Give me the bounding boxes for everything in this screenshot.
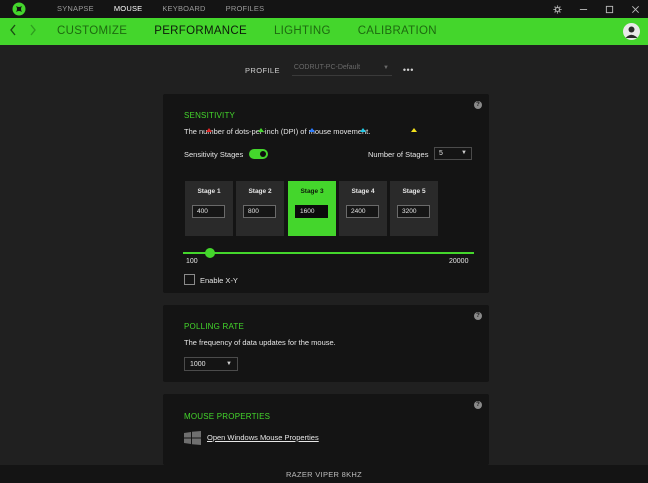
stage-4-indicator <box>360 128 366 132</box>
minimize-icon[interactable] <box>570 0 596 18</box>
stage-label: Stage 1 <box>197 188 221 195</box>
stage-4-card[interactable]: Stage 4 2400 <box>339 181 387 236</box>
sensitivity-stages-label: Sensitivity Stages <box>184 150 244 159</box>
dpi-slider-track[interactable] <box>183 252 474 254</box>
stage-1-card[interactable]: Stage 1 400 <box>185 181 233 236</box>
stage-label: Stage 5 <box>402 188 426 195</box>
nav-keyboard[interactable]: KEYBOARD <box>162 4 205 13</box>
stage-1-indicator <box>206 128 212 132</box>
chevron-down-icon: ▼ <box>226 361 232 367</box>
stage-dpi-input[interactable]: 3200 <box>397 205 430 218</box>
stage-dpi-input[interactable]: 800 <box>243 205 276 218</box>
gear-icon[interactable] <box>544 0 570 18</box>
device-name: RAZER VIPER 8KHZ <box>285 470 363 479</box>
enable-xy-label: Enable X-Y <box>200 276 238 285</box>
chevron-down-icon: ▼ <box>382 65 389 71</box>
number-of-stages-dropdown[interactable]: 5 ▼ <box>434 147 472 160</box>
close-icon[interactable] <box>622 0 648 18</box>
help-icon[interactable]: ? <box>474 401 482 409</box>
stage-3-card[interactable]: Stage 3 1600 <box>288 181 336 236</box>
tab-lighting[interactable]: LIGHTING <box>274 25 331 37</box>
stage-2-indicator <box>258 128 264 132</box>
user-avatar[interactable] <box>623 23 640 40</box>
more-options-icon[interactable]: ••• <box>403 65 414 75</box>
forward-arrow-icon[interactable] <box>29 23 37 39</box>
maximize-icon[interactable] <box>596 0 622 18</box>
sensitivity-stages-toggle[interactable] <box>249 149 268 159</box>
nav-mouse[interactable]: MOUSE <box>114 4 143 13</box>
status-bar: RAZER VIPER 8KHZ <box>0 465 648 483</box>
mouse-properties-title: MOUSE PROPERTIES <box>184 412 271 421</box>
stage-dpi-input[interactable]: 400 <box>192 205 225 218</box>
chevron-down-icon: ▼ <box>461 150 467 156</box>
profile-label: PROFILE <box>245 65 280 75</box>
number-of-stages-label: Number of Stages <box>368 150 429 159</box>
dpi-slider-min: 100 <box>186 258 198 265</box>
profile-value: CODRUT-PC-Default <box>293 64 361 71</box>
polling-rate-value: 1000 <box>190 361 206 368</box>
back-arrow-icon[interactable] <box>9 23 17 39</box>
nav-synapse[interactable]: SYNAPSE <box>57 4 94 13</box>
stage-3-indicator <box>309 128 315 132</box>
polling-rate-title: POLLING RATE <box>184 322 245 331</box>
profile-row: PROFILE CODRUT-PC-Default ▼ ••• <box>245 64 414 76</box>
tab-performance[interactable]: PERFORMANCE <box>154 25 247 37</box>
profile-dropdown[interactable]: CODRUT-PC-Default ▼ <box>291 64 392 76</box>
stage-label: Stage 3 <box>300 188 324 195</box>
mouse-properties-card: ? MOUSE PROPERTIES <box>163 394 489 465</box>
open-windows-mouse-properties-link[interactable]: Open Windows Mouse Properties <box>207 433 319 442</box>
sub-navigation: CUSTOMIZE PERFORMANCE LIGHTING CALIBRATI… <box>0 18 648 45</box>
razer-logo-icon[interactable] <box>12 2 26 16</box>
enable-xy-checkbox[interactable] <box>184 274 195 285</box>
stage-label: Stage 2 <box>248 188 272 195</box>
stage-dpi-input[interactable]: 1600 <box>295 205 328 218</box>
dpi-slider-thumb[interactable] <box>205 248 215 258</box>
tab-customize[interactable]: CUSTOMIZE <box>57 25 127 37</box>
stage-5-card[interactable]: Stage 5 3200 <box>390 181 438 236</box>
nav-profiles[interactable]: PROFILES <box>226 4 265 13</box>
stage-dpi-input[interactable]: 2400 <box>346 205 379 218</box>
top-navigation: SYNAPSE MOUSE KEYBOARD PROFILES <box>57 4 284 13</box>
help-icon[interactable]: ? <box>474 101 482 109</box>
polling-rate-dropdown[interactable]: 1000 ▼ <box>184 357 238 371</box>
title-bar: SYNAPSE MOUSE KEYBOARD PROFILES <box>0 0 648 18</box>
dpi-slider-max: 20000 <box>449 258 469 265</box>
sub-tabs: CUSTOMIZE PERFORMANCE LIGHTING CALIBRATI… <box>57 25 464 37</box>
windows-logo-icon <box>184 431 201 445</box>
window-controls <box>544 0 648 18</box>
stage-label: Stage 4 <box>351 188 375 195</box>
number-of-stages-value: 5 <box>439 150 443 157</box>
tab-calibration[interactable]: CALIBRATION <box>358 25 437 37</box>
help-icon[interactable]: ? <box>474 312 482 320</box>
stage-2-card[interactable]: Stage 2 800 <box>236 181 284 236</box>
sensitivity-title: SENSITIVITY <box>184 111 236 120</box>
polling-rate-description: The frequency of data updates for the mo… <box>184 338 336 347</box>
stage-5-indicator <box>411 128 417 132</box>
